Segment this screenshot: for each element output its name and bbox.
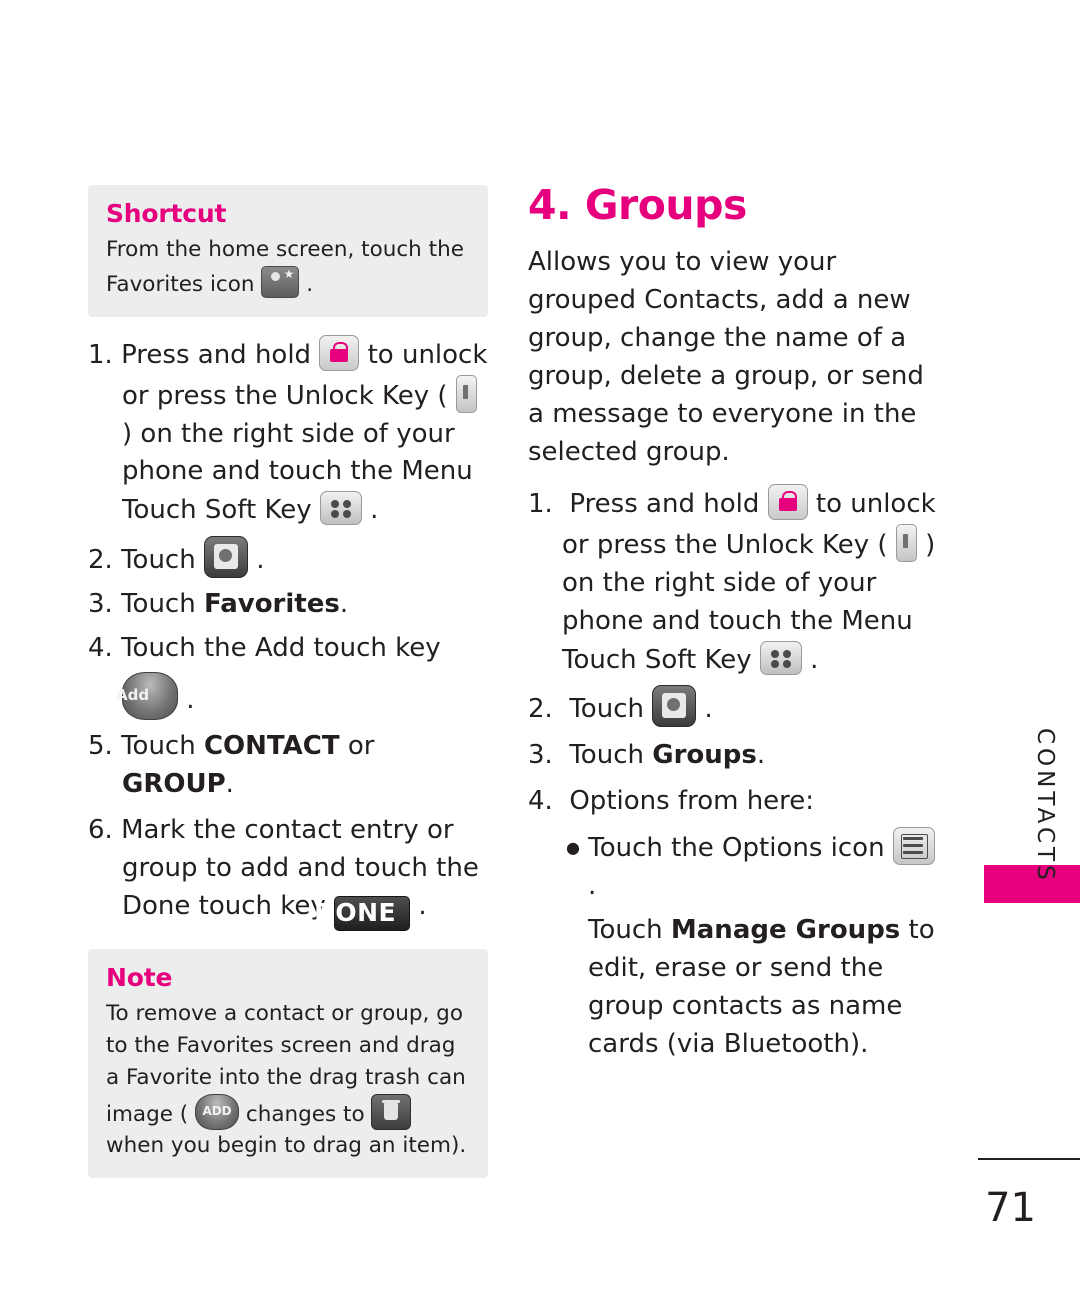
step-1-period: .: [370, 495, 379, 526]
r-step-2-text-a: Touch: [569, 694, 644, 725]
trash-can-icon: [371, 1093, 412, 1130]
menu-soft-key-icon: [759, 640, 802, 675]
lock-icon: [767, 483, 808, 520]
section-tab-label: CONTACTS: [1032, 728, 1058, 884]
bullet-text-b: .: [588, 871, 597, 902]
done-button[interactable]: DONE: [314, 896, 411, 932]
note-title: Note: [106, 963, 173, 993]
intro-paragraph: Allows you to view your grouped Contacts…: [528, 247, 924, 467]
r-step-3: 3. Touch Groups.: [528, 737, 948, 775]
contacts-icon: [652, 685, 697, 728]
r-step-3-text-b: .: [756, 740, 766, 771]
step-3: 3. Touch Favorites.: [88, 586, 488, 624]
right-steps-list: 1. Press and hold to unlock or press the…: [528, 483, 948, 1064]
note-box: Note To remove a contact or group, go to…: [88, 949, 488, 1179]
bullet-marker: ●: [566, 838, 580, 858]
step-2: 2. Touch .: [88, 536, 488, 580]
r-step-1-num: 1.: [528, 488, 562, 519]
note-text-3: when you begin to drag an item).: [106, 1133, 467, 1159]
manual-page: Shortcut From the home screen, touch the…: [0, 0, 1080, 1295]
r-step-3-bold: Groups: [652, 740, 757, 771]
shortcut-body: From the home screen, touch the Favorite…: [106, 234, 472, 301]
step-5-bold-contact: CONTACT: [203, 731, 340, 762]
page-title: 4. Groups: [528, 181, 747, 229]
shortcut-text-end: .: [306, 271, 314, 297]
r-step-4-text-a: Options from here:: [569, 786, 815, 817]
note-text-2: changes to: [245, 1101, 365, 1127]
step-3-bold: Favorites: [203, 589, 340, 620]
r-step-2: 2. Touch .: [528, 685, 948, 729]
bullet-text-a: Touch the Options icon: [588, 833, 885, 864]
step-1-text: 1. Press and hold: [88, 339, 312, 370]
r-step-2-text-b: .: [704, 694, 713, 725]
add-button-small-icon: ADD: [195, 1093, 240, 1130]
lock-icon: [319, 334, 360, 371]
step-3-period: .: [339, 589, 349, 620]
sub-text-a: Touch: [588, 915, 671, 946]
r-step-1-text-a: Press and hold: [569, 488, 760, 519]
r-step-2-num: 2.: [528, 694, 562, 725]
r-step-4: 4. Options from here:: [528, 783, 948, 821]
step-1-text-c: ) on the right side of your phone and to…: [122, 418, 473, 526]
r-step-3-num: 3.: [528, 740, 562, 771]
step-1: Press and hold 1. Press and hold to unlo…: [88, 334, 488, 531]
unlock-key-icon: [455, 374, 477, 413]
right-column: 4. Groups Allows you to view your groupe…: [528, 185, 948, 1064]
note-body: To remove a contact or group, go to the …: [106, 998, 472, 1162]
options-bullet: ● Touch the Options icon .: [528, 827, 948, 906]
add-button-icon: Add: [116, 672, 178, 721]
shortcut-title: Shortcut: [106, 199, 227, 228]
step-2-period: .: [256, 545, 265, 576]
step-3-text: 3. Touch: [88, 589, 204, 620]
step-6-period: .: [418, 891, 427, 922]
step-6: 6. Mark the contact entry or group to ad…: [88, 812, 488, 932]
step-4-icon-row: Add .: [116, 672, 488, 721]
step-4-text: 4. Touch the Add touch key: [88, 633, 441, 664]
favorites-icon: [261, 265, 300, 298]
left-steps-list: Press and hold 1. Press and hold to unlo…: [88, 334, 488, 932]
contacts-icon: [203, 536, 248, 579]
step-5: 5. Touch CONTACT or GROUP.: [88, 728, 488, 804]
r-step-4-num: 4.: [528, 786, 562, 817]
sub-bold: Manage Groups: [670, 915, 901, 946]
options-icon: [892, 827, 935, 866]
unlock-key-icon: [895, 523, 917, 562]
r-step-3-text-a: Touch: [569, 740, 653, 771]
r-step-1: 1. Press and hold to unlock or press the…: [528, 483, 948, 680]
step-4: 4. Touch the Add touch key Add .: [88, 630, 488, 721]
step-5-text: 5. Touch: [88, 731, 204, 762]
step-4-period: .: [186, 685, 195, 716]
r-step-1-text-d: .: [810, 644, 819, 675]
step-5-or: or: [339, 731, 375, 762]
page-number: 71: [985, 1185, 1036, 1231]
left-column: Shortcut From the home screen, touch the…: [88, 185, 488, 1179]
manage-groups-paragraph: Touch Manage Groups to edit, erase or se…: [528, 912, 948, 1064]
shortcut-box: Shortcut From the home screen, touch the…: [88, 185, 488, 317]
step-5-bold-group: GROUP: [122, 769, 226, 800]
menu-soft-key-icon: [319, 491, 362, 526]
footer-divider: [978, 1158, 1080, 1160]
step-2-text: 2. Touch: [88, 545, 196, 576]
step-5-period: .: [225, 769, 234, 800]
